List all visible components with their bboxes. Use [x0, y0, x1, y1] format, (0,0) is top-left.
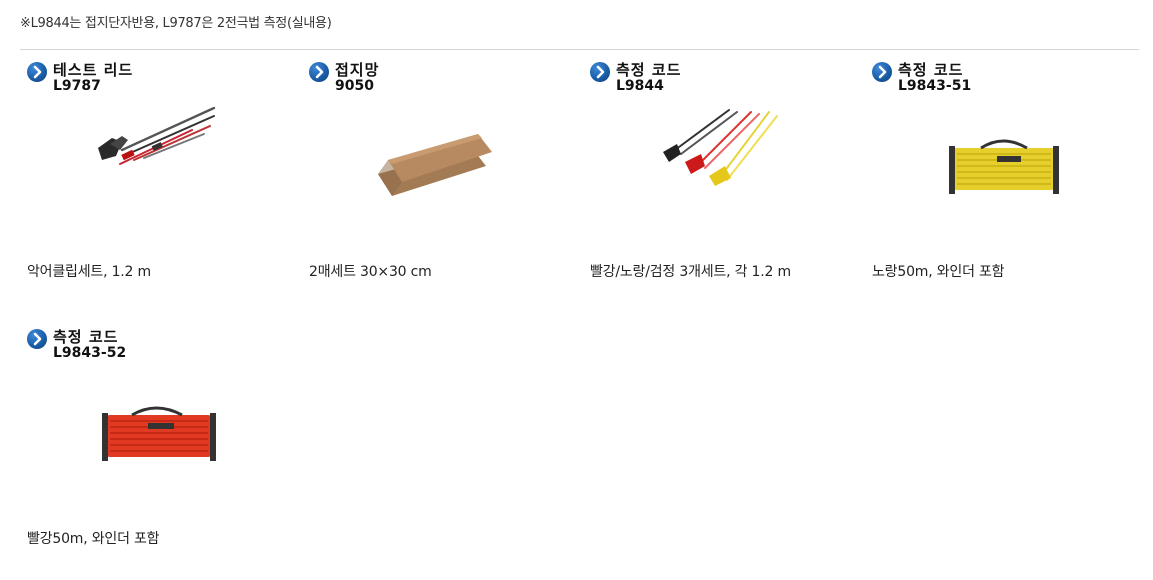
product-model: 9050 [335, 78, 374, 94]
chevron-right-icon [872, 62, 892, 82]
chevron-right-icon [590, 62, 610, 82]
chevron-right-icon [309, 62, 329, 82]
product-description: 빨강50m, 와인더 포함 [27, 531, 160, 547]
product-name[interactable]: 측정 코드 [898, 59, 963, 80]
product-earth-net[interactable]: 접지망 9050 2매세트 30×30 cm [309, 60, 589, 300]
product-name[interactable]: 테스트 리드 [53, 59, 133, 80]
product-description: 2매세트 30×30 cm [309, 264, 432, 280]
notice-text: ※L9844는 접지단자반용, L9787은 2전극법 측정(실내용) [20, 16, 332, 31]
chevron-right-icon [27, 62, 47, 82]
product-description: 악어클립세트, 1.2 m [27, 264, 151, 280]
product-measurement-cord-l9843-52[interactable]: 측정 코드 L9843-52 빨강50m, 와인더 포함 [27, 327, 307, 567]
product-name[interactable]: 측정 코드 [53, 326, 118, 347]
red-cord-reel-image[interactable] [92, 371, 232, 481]
product-model: L9844 [616, 78, 664, 94]
product-measurement-cord-l9844[interactable]: 측정 코드 L9844 빨강/노랑/검정 3개세트, 각 1.2 m [590, 60, 870, 300]
earth-net-image[interactable] [374, 104, 514, 214]
product-model: L9843-51 [898, 78, 972, 94]
chevron-right-icon [27, 329, 47, 349]
test-lead-image[interactable] [92, 104, 232, 214]
product-measurement-cord-l9843-51[interactable]: 측정 코드 L9843-51 노랑50m, 와인더 포함 [872, 60, 1152, 300]
product-description: 노랑50m, 와인더 포함 [872, 264, 1005, 280]
product-model: L9787 [53, 78, 101, 94]
product-model: L9843-52 [53, 345, 127, 361]
yellow-cord-reel-image[interactable] [937, 104, 1077, 214]
product-description: 빨강/노랑/검정 3개세트, 각 1.2 m [590, 264, 791, 280]
product-test-lead[interactable]: 테스트 리드 L9787 악어클립세트, 1.2 m [27, 60, 307, 300]
product-name[interactable]: 접지망 [335, 59, 379, 80]
product-name[interactable]: 측정 코드 [616, 59, 681, 80]
measurement-cord-set-image[interactable] [655, 104, 795, 214]
divider [20, 49, 1139, 50]
